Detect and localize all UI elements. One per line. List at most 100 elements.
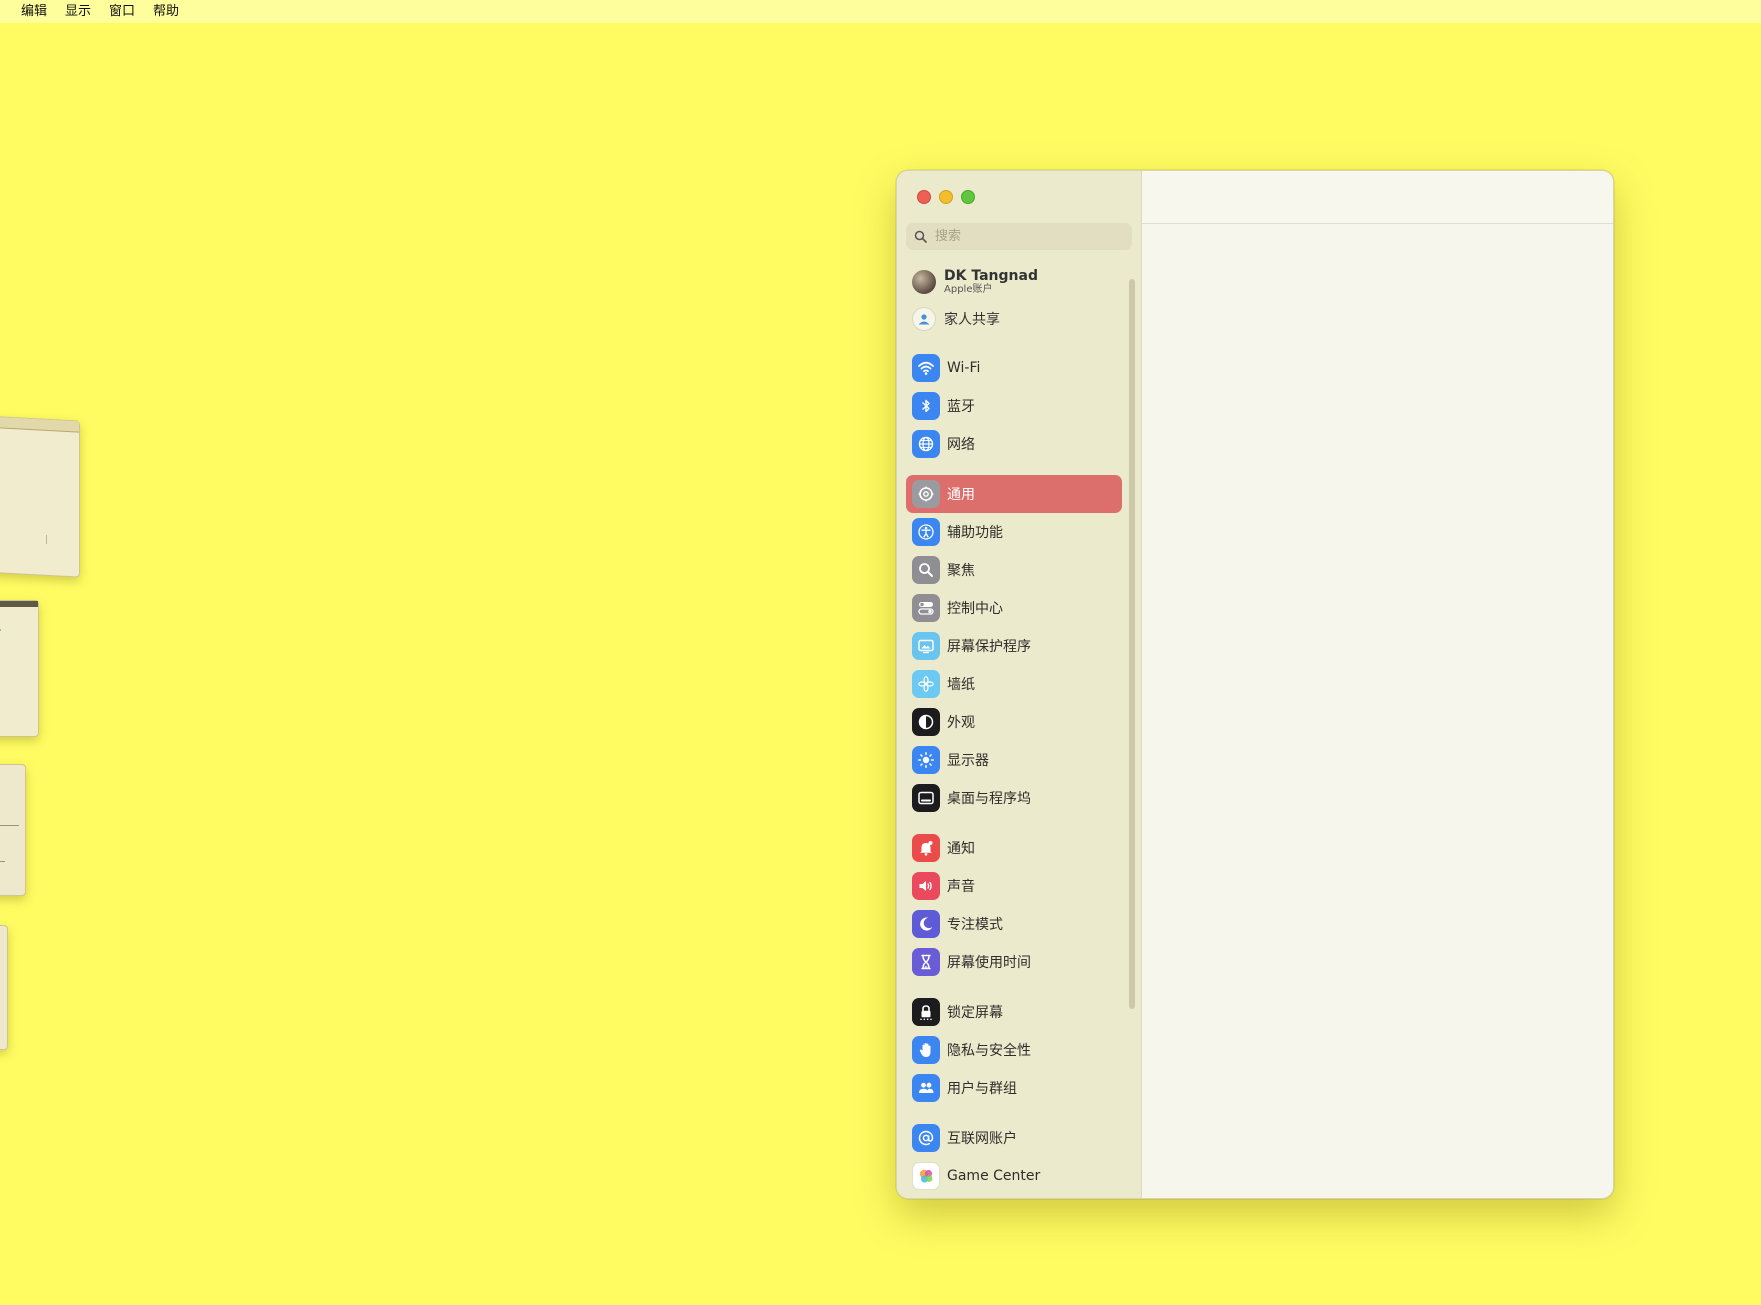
gear-icon — [912, 480, 940, 508]
sidebar-item-label: 聚焦 — [947, 563, 975, 579]
sidebar-item-globe[interactable]: 网络 — [906, 425, 1122, 463]
sidebar-item-sun[interactable]: 显示器 — [906, 741, 1122, 779]
sidebar-item-label: 辅助功能 — [947, 525, 1003, 541]
menu-edit[interactable]: 编辑 — [12, 0, 56, 23]
sidebar-item-label: 屏幕保护程序 — [947, 639, 1031, 655]
minimize-button[interactable] — [939, 190, 953, 204]
dock-icon — [912, 784, 940, 812]
sidebar-item-apple-account[interactable]: DK Tangnad Apple账户 — [906, 263, 1122, 301]
sidebar-item-label: 外观 — [947, 715, 975, 731]
bluetooth-icon — [912, 392, 940, 420]
sidebar-item-label: 显示器 — [947, 753, 989, 769]
stage-manager-window-2[interactable] — [0, 600, 39, 737]
appearance-icon — [912, 708, 940, 736]
thumbnail-detail — [46, 534, 47, 544]
sidebar-item-label: 隐私与安全性 — [947, 1043, 1031, 1059]
account-name: DK Tangnad — [944, 268, 1038, 285]
thumbnail-detail — [0, 861, 5, 862]
family-icon — [912, 307, 936, 331]
magnifier-icon — [912, 556, 940, 584]
settings-window: DK Tangnad Apple账户 家人共享 Wi-Fi 蓝牙网络通用辅助功能聚… — [896, 170, 1614, 1199]
sidebar-item-label: 墙纸 — [947, 677, 975, 693]
bell-icon — [912, 834, 940, 862]
sidebar-item-label: 屏幕使用时间 — [947, 955, 1031, 971]
sidebar-item-label: 网络 — [947, 437, 975, 453]
sidebar-item-hand[interactable]: 隐私与安全性 — [906, 1031, 1122, 1069]
zoom-button[interactable] — [961, 190, 975, 204]
moon-icon — [912, 910, 940, 938]
content-toolbar — [1142, 171, 1613, 224]
sidebar-item-screensaver[interactable]: 屏幕保护程序 — [906, 627, 1122, 665]
sidebar-item-label: 专注模式 — [947, 917, 1003, 933]
sidebar-item-dock[interactable]: 桌面与程序坞 — [906, 779, 1122, 817]
section-separator — [906, 817, 1122, 829]
flower-icon — [912, 670, 940, 698]
game-center-icon — [912, 1162, 940, 1190]
account-subtitle: Apple账户 — [944, 284, 993, 296]
sidebar-scrollbar[interactable] — [1129, 279, 1135, 1009]
sidebar-item-speaker[interactable]: 声音 — [906, 867, 1122, 905]
section-separator — [906, 463, 1122, 475]
sidebar-item-lock[interactable]: 锁定屏幕 — [906, 993, 1122, 1031]
globe-icon — [912, 430, 940, 458]
search-input[interactable] — [933, 228, 1127, 245]
hand-icon — [912, 1036, 940, 1064]
sidebar-item-flower[interactable]: 墙纸 — [906, 665, 1122, 703]
users-icon — [912, 1074, 940, 1102]
sidebar: DK Tangnad Apple账户 家人共享 Wi-Fi 蓝牙网络通用辅助功能聚… — [897, 171, 1142, 1198]
sidebar-item-label: 声音 — [947, 879, 975, 895]
sidebar-item-magnifier[interactable]: 聚焦 — [906, 551, 1122, 589]
sun-icon — [912, 746, 940, 774]
sidebar-item-label: 家人共享 — [944, 312, 1000, 328]
thumbnail-titlebar — [0, 601, 38, 607]
sidebar-item-bluetooth[interactable]: 蓝牙 — [906, 387, 1122, 425]
sidebar-item-label: Wi-Fi — [947, 360, 981, 376]
stage-manager-window-4[interactable] — [0, 925, 8, 1050]
accessibility-icon — [912, 518, 940, 546]
menu-window[interactable]: 窗口 — [100, 0, 144, 23]
close-button[interactable] — [917, 190, 931, 204]
sidebar-item-accessibility[interactable]: 辅助功能 — [906, 513, 1122, 551]
sidebar-item-moon[interactable]: 专注模式 — [906, 905, 1122, 943]
sidebar-item-label: 桌面与程序坞 — [947, 791, 1031, 807]
sidebar-item-label: 锁定屏幕 — [947, 1005, 1003, 1021]
section-separator — [906, 1107, 1122, 1119]
search-field[interactable] — [906, 223, 1132, 250]
sidebar-item-label: 控制中心 — [947, 601, 1003, 617]
thumbnail-detail — [0, 629, 1, 631]
stage-manager-window-3[interactable] — [0, 764, 26, 896]
hourglass-icon — [912, 948, 940, 976]
thumbnail-detail — [0, 825, 19, 826]
lock-icon — [912, 998, 940, 1026]
sidebar-list: DK Tangnad Apple账户 家人共享 Wi-Fi 蓝牙网络通用辅助功能聚… — [906, 263, 1122, 1195]
sidebar-item-users[interactable]: 用户与群组 — [906, 1069, 1122, 1107]
screensaver-icon — [912, 632, 940, 660]
sidebar-item-hourglass[interactable]: 屏幕使用时间 — [906, 943, 1122, 981]
sidebar-item-bell[interactable]: 通知 — [906, 829, 1122, 867]
sidebar-item-label: 互联网账户 — [947, 1131, 1017, 1147]
menu-help[interactable]: 帮助 — [144, 0, 188, 23]
sidebar-item-gear[interactable]: 通用 — [906, 475, 1122, 513]
sidebar-item-wifi[interactable]: Wi-Fi — [906, 349, 1122, 387]
sidebar-item-label: 蓝牙 — [947, 399, 975, 415]
sidebar-item-family-sharing[interactable]: 家人共享 — [906, 301, 1122, 337]
wifi-icon — [912, 354, 940, 382]
sidebar-item-label: 通用 — [947, 487, 975, 503]
section-separator — [906, 981, 1122, 993]
sidebar-item-label: 用户与群组 — [947, 1081, 1017, 1097]
sidebar-item-at[interactable]: 互联网账户 — [906, 1119, 1122, 1157]
menu-view[interactable]: 显示 — [56, 0, 100, 23]
speaker-icon — [912, 872, 940, 900]
thumbnail-titlebar — [0, 416, 79, 433]
sidebar-item-appearance[interactable]: 外观 — [906, 703, 1122, 741]
menu-bar: 编辑 显示 窗口 帮助 — [0, 0, 1761, 23]
at-icon — [912, 1124, 940, 1152]
sidebar-item-label: 通知 — [947, 841, 975, 857]
sidebar-item-toggles[interactable]: 控制中心 — [906, 589, 1122, 627]
search-icon — [914, 230, 927, 243]
sidebar-item-label: Game Center — [947, 1168, 1041, 1184]
avatar — [912, 270, 936, 294]
stage-manager-window-1[interactable] — [0, 415, 80, 578]
traffic-lights — [917, 190, 975, 204]
sidebar-item-game-center[interactable]: Game Center — [906, 1157, 1122, 1195]
